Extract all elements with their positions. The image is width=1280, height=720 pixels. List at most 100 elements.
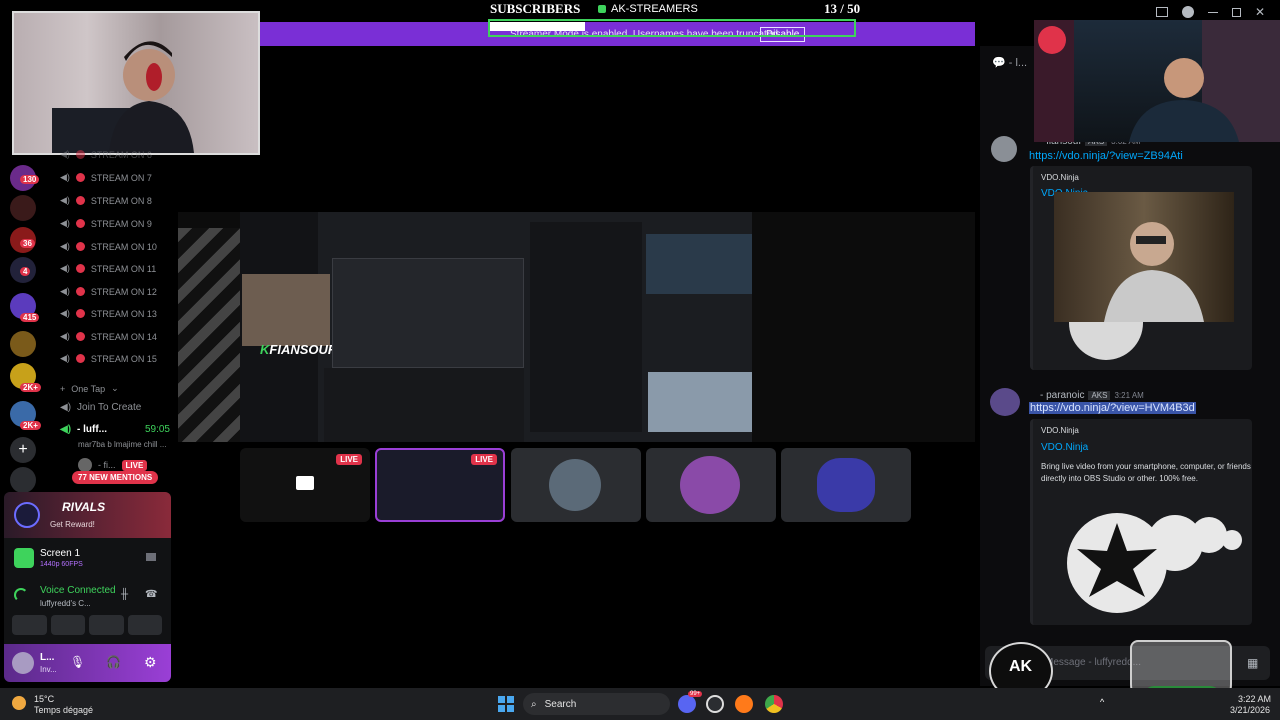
weather-temp[interactable]: 15°C — [34, 694, 54, 704]
screen-share-icon — [14, 548, 34, 568]
firefox-taskbar-icon[interactable] — [735, 695, 753, 713]
avatar — [78, 458, 92, 472]
message-link-selected[interactable]: https://vdo.ninja/?view=HVM4B3d — [1029, 402, 1196, 414]
add-server-icon[interactable]: + — [10, 437, 36, 463]
ak-logo-icon — [598, 5, 606, 13]
timestamp: 3:21 AM — [1114, 391, 1144, 400]
nested-preview — [332, 258, 524, 368]
server-icon[interactable] — [10, 195, 36, 221]
waveform-icon[interactable]: ╫ — [121, 589, 128, 600]
avatar[interactable] — [990, 388, 1020, 416]
subscribers-count: 13 / 50 — [824, 1, 861, 16]
camera-off-icon[interactable] — [12, 615, 47, 635]
user-bar: L... Inv... 🎙 🎧 ⚙ — [4, 644, 171, 682]
live-badge: LIVE — [471, 454, 497, 465]
discover-icon[interactable] — [10, 467, 36, 493]
avatar[interactable] — [12, 652, 34, 674]
voice-channel[interactable]: ◀) STREAM ON 12 — [60, 286, 157, 297]
voice-channel[interactable]: ◀) STREAM ON 15 — [60, 353, 157, 364]
stream-overlay-stripes — [178, 228, 240, 442]
stop-stream-icon[interactable] — [146, 553, 156, 561]
inbox-icon[interactable] — [1156, 7, 1168, 17]
avatar — [549, 459, 601, 511]
taskbar-search[interactable]: ⌕ Search — [523, 693, 670, 715]
screen-icon — [296, 476, 314, 490]
join-to-create-channel[interactable]: ◀) Join To Create — [60, 402, 141, 413]
server-list: 130 36 4 415 2K+ 2K+ + — [0, 155, 42, 493]
settings-gear-icon[interactable]: ⚙ — [144, 654, 157, 671]
message-link[interactable]: https://vdo.ninja/?view=ZB94Ati — [1029, 150, 1183, 162]
screen-share-button-icon[interactable] — [50, 615, 85, 635]
speaker-icon: ◀) — [60, 149, 70, 159]
one-tap-category[interactable]: + One Tap ⌄ — [60, 383, 119, 394]
embed-title[interactable]: VDO.Ninja — [1041, 442, 1088, 453]
search-label: Search — [544, 698, 577, 710]
avatar[interactable] — [991, 136, 1017, 162]
weather-moon-icon[interactable] — [12, 696, 26, 710]
speaker-icon: ◀) — [60, 308, 70, 318]
nested-activity — [324, 368, 524, 442]
voice-channel[interactable]: ◀) STREAM ON 10 — [60, 241, 157, 252]
embed-site: VDO.Ninja — [1041, 173, 1079, 182]
server-badge: 2K+ — [20, 421, 41, 430]
speaker-icon: ◀) — [60, 195, 70, 205]
message-author[interactable]: - paranoic AKS 3:21 AM — [1040, 390, 1144, 401]
server-badge: 130 — [20, 175, 40, 184]
nested-brand: KFIANSOUF — [260, 342, 336, 357]
weather-desc[interactable]: Temps dégagé — [34, 705, 93, 715]
vdo-ninja-logo — [1069, 318, 1143, 360]
voice-channel[interactable]: ◀) STREAM ON 6 — [60, 149, 152, 160]
voice-channel[interactable]: ◀) STREAM ON 14 — [60, 331, 157, 342]
stream-thumbnail[interactable]: LIVE — [375, 448, 505, 522]
voice-channel[interactable]: ◀) STREAM ON 7 — [60, 172, 152, 183]
participant-tile[interactable] — [646, 448, 776, 522]
participant-tile[interactable] — [511, 448, 641, 522]
new-mentions-badge[interactable]: 77 NEW MENTIONS — [72, 471, 159, 484]
active-voice-channel[interactable]: ◀) - luff... 59:05 — [60, 424, 170, 435]
activities-icon[interactable] — [89, 615, 124, 635]
maximize-icon[interactable] — [1232, 7, 1241, 17]
headphones-icon[interactable]: 🎧 — [106, 655, 121, 669]
speaker-icon: ◀) — [60, 353, 70, 363]
participant-tile[interactable] — [781, 448, 911, 522]
discord-taskbar-icon[interactable] — [678, 695, 696, 713]
subscribers-channel-name: AK-STREAMERS — [611, 3, 698, 15]
server-icon[interactable] — [10, 331, 36, 357]
voice-channel[interactable]: ◀) STREAM ON 9 — [60, 218, 152, 229]
stream-thumbnail[interactable]: LIVE — [240, 448, 370, 522]
chrome-taskbar-icon[interactable] — [765, 695, 783, 713]
rivals-promo[interactable]: RIVALS Get Reward! — [4, 492, 171, 538]
clock-date[interactable]: 3/21/2026 — [1230, 705, 1270, 715]
speaker-icon: ◀) — [60, 402, 72, 413]
notification-badge: 99+ — [688, 691, 703, 697]
voice-channel[interactable]: ◀) STREAM ON 13 — [60, 308, 157, 319]
embed-description: Bring live video from your smartphone, c… — [1041, 462, 1251, 483]
obs-taskbar-icon[interactable] — [706, 695, 724, 713]
nested-chat — [530, 222, 642, 432]
soundboard-icon[interactable] — [127, 615, 162, 635]
apps-icon[interactable]: ▦ — [1247, 656, 1258, 670]
help-icon[interactable] — [1182, 6, 1194, 18]
signal-icon[interactable] — [14, 588, 28, 602]
speaker-icon: ◀) — [60, 172, 70, 182]
microphone-icon[interactable]: 🎙 — [70, 655, 85, 669]
voice-controls — [12, 615, 162, 635]
webcam-overlay-right — [1034, 20, 1280, 142]
speaker-icon: ◀) — [60, 331, 70, 341]
voice-channel[interactable]: ◀) STREAM ON 8 — [60, 195, 152, 206]
start-icon[interactable] — [498, 696, 514, 712]
subscribers-label: SUBSCRIBERS — [490, 1, 581, 16]
voice-connected-label: Voice Connected — [40, 585, 116, 596]
close-icon[interactable]: ✕ — [1255, 5, 1265, 19]
rivals-icon — [14, 502, 40, 528]
clock-time[interactable]: 3:22 AM — [1238, 694, 1271, 704]
voice-channel[interactable]: ◀) STREAM ON 11 — [60, 263, 156, 274]
promo-cta: Get Reward! — [50, 520, 95, 529]
live-user-row[interactable]: - fi... LIVE — [78, 458, 148, 472]
chevron-up-icon[interactable]: ^ — [1100, 697, 1104, 707]
speaker-icon: ◀) — [60, 286, 70, 296]
voice-channel-status: mar7ba b lmajime chill ... — [78, 440, 167, 449]
minimize-icon[interactable] — [1208, 11, 1218, 13]
disconnect-icon[interactable]: ☎ — [145, 589, 157, 600]
voice-channel-name[interactable]: luffyredd's C... — [40, 599, 91, 608]
